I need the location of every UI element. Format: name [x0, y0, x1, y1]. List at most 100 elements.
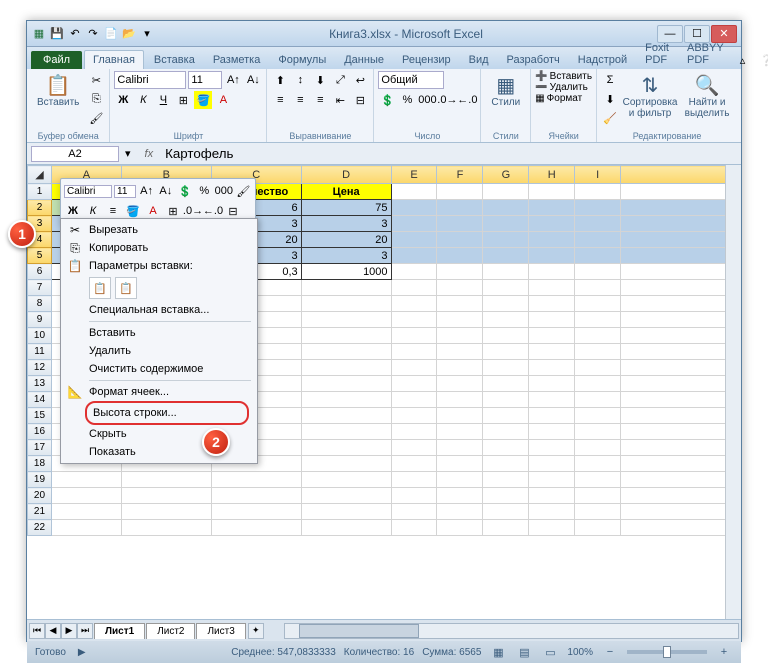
col-header[interactable]: G — [483, 166, 529, 184]
cell[interactable] — [301, 488, 391, 504]
cell[interactable] — [529, 408, 575, 424]
row-header[interactable]: 12 — [28, 360, 52, 376]
ctx-paste-special[interactable]: Специальная вставка... — [63, 301, 255, 319]
row-header[interactable]: 8 — [28, 296, 52, 312]
cell[interactable] — [575, 488, 621, 504]
cell[interactable] — [621, 296, 741, 312]
cell[interactable] — [529, 232, 575, 248]
cell[interactable] — [483, 360, 529, 376]
cell[interactable] — [575, 184, 621, 200]
cell[interactable] — [529, 280, 575, 296]
sheet-nav-prev-icon[interactable]: ◀ — [45, 623, 61, 639]
cell[interactable] — [529, 200, 575, 216]
cell[interactable] — [575, 248, 621, 264]
row-header[interactable]: 1 — [28, 184, 52, 200]
align-center-icon[interactable]: ≡ — [291, 91, 309, 109]
align-bottom-icon[interactable]: ⬇ — [311, 71, 329, 89]
sheet-nav-next-icon[interactable]: ▶ — [61, 623, 77, 639]
cell[interactable] — [575, 328, 621, 344]
cell[interactable] — [301, 408, 391, 424]
cell[interactable] — [483, 376, 529, 392]
cell[interactable] — [437, 424, 483, 440]
cell[interactable] — [621, 392, 741, 408]
cell[interactable] — [483, 456, 529, 472]
row-header[interactable]: 19 — [28, 472, 52, 488]
select-all-corner[interactable]: ◢ — [28, 166, 52, 184]
sheet-tab[interactable]: Лист1 — [94, 623, 145, 639]
mini-font-name[interactable] — [64, 185, 112, 198]
cell[interactable] — [621, 520, 741, 536]
cell[interactable] — [391, 216, 437, 232]
cell[interactable] — [391, 344, 437, 360]
name-box[interactable]: A2 — [31, 146, 119, 162]
save-icon[interactable]: 💾 — [49, 26, 65, 42]
bold-icon[interactable]: Ж — [114, 91, 132, 109]
row-header[interactable]: 17 — [28, 440, 52, 456]
cell[interactable] — [211, 488, 301, 504]
cell[interactable] — [483, 408, 529, 424]
number-format-select[interactable] — [378, 71, 444, 89]
cell[interactable] — [483, 520, 529, 536]
zoom-level[interactable]: 100% — [567, 647, 593, 658]
row-header[interactable]: 9 — [28, 312, 52, 328]
cell[interactable] — [437, 520, 483, 536]
view-break-icon[interactable]: ▭ — [541, 643, 559, 661]
ctx-insert[interactable]: Вставить — [63, 324, 255, 342]
mini-comma-icon[interactable]: 000 — [215, 182, 233, 200]
cell[interactable] — [391, 264, 437, 280]
cell[interactable] — [529, 424, 575, 440]
cell[interactable]: Цена — [301, 184, 391, 200]
cell[interactable] — [301, 360, 391, 376]
insert-cells-button[interactable]: ➕Вставить — [535, 71, 592, 82]
delete-cells-button[interactable]: ➖Удалить — [535, 82, 592, 93]
cell[interactable] — [621, 184, 741, 200]
border-icon[interactable]: ⊞ — [174, 91, 192, 109]
ctx-clear[interactable]: Очистить содержимое — [63, 360, 255, 378]
cell[interactable] — [437, 248, 483, 264]
mini-grow-icon[interactable]: A↑ — [138, 182, 155, 200]
cell[interactable] — [575, 280, 621, 296]
cell[interactable] — [483, 280, 529, 296]
cell[interactable] — [575, 360, 621, 376]
cell[interactable] — [529, 216, 575, 232]
cell[interactable] — [483, 424, 529, 440]
cell[interactable] — [575, 312, 621, 328]
align-middle-icon[interactable]: ↕ — [291, 71, 309, 89]
row-header[interactable]: 21 — [28, 504, 52, 520]
cell[interactable] — [437, 504, 483, 520]
cell[interactable] — [437, 408, 483, 424]
cell[interactable] — [621, 504, 741, 520]
col-header[interactable]: D — [301, 166, 391, 184]
cell[interactable] — [391, 296, 437, 312]
cell[interactable] — [529, 520, 575, 536]
cell[interactable] — [621, 200, 741, 216]
grow-font-icon[interactable]: A↑ — [224, 71, 242, 89]
row-header[interactable]: 16 — [28, 424, 52, 440]
cell[interactable] — [301, 440, 391, 456]
sheet-nav-first-icon[interactable]: ⏮ — [29, 623, 45, 639]
cell[interactable] — [437, 184, 483, 200]
cell[interactable] — [529, 504, 575, 520]
cell[interactable] — [575, 424, 621, 440]
cell[interactable] — [483, 264, 529, 280]
fill-icon[interactable]: ⬇ — [601, 90, 619, 108]
cell[interactable] — [211, 504, 301, 520]
open-icon[interactable]: 📂 — [121, 26, 137, 42]
cell[interactable] — [621, 488, 741, 504]
underline-icon[interactable]: Ч — [154, 91, 172, 109]
autosum-icon[interactable]: Σ — [601, 71, 619, 89]
cell[interactable] — [529, 376, 575, 392]
cell[interactable] — [391, 504, 437, 520]
fx-icon[interactable]: fx — [137, 148, 162, 160]
cell[interactable] — [575, 440, 621, 456]
shrink-font-icon[interactable]: A↓ — [244, 71, 262, 89]
cell[interactable] — [391, 408, 437, 424]
cell[interactable] — [621, 344, 741, 360]
cell[interactable] — [483, 344, 529, 360]
cell[interactable] — [301, 296, 391, 312]
ctx-format-cells[interactable]: 📐Формат ячеек... — [63, 383, 255, 401]
redo-icon[interactable]: ↷ — [85, 26, 101, 42]
cell[interactable] — [483, 504, 529, 520]
cell[interactable] — [529, 360, 575, 376]
cell[interactable] — [621, 264, 741, 280]
